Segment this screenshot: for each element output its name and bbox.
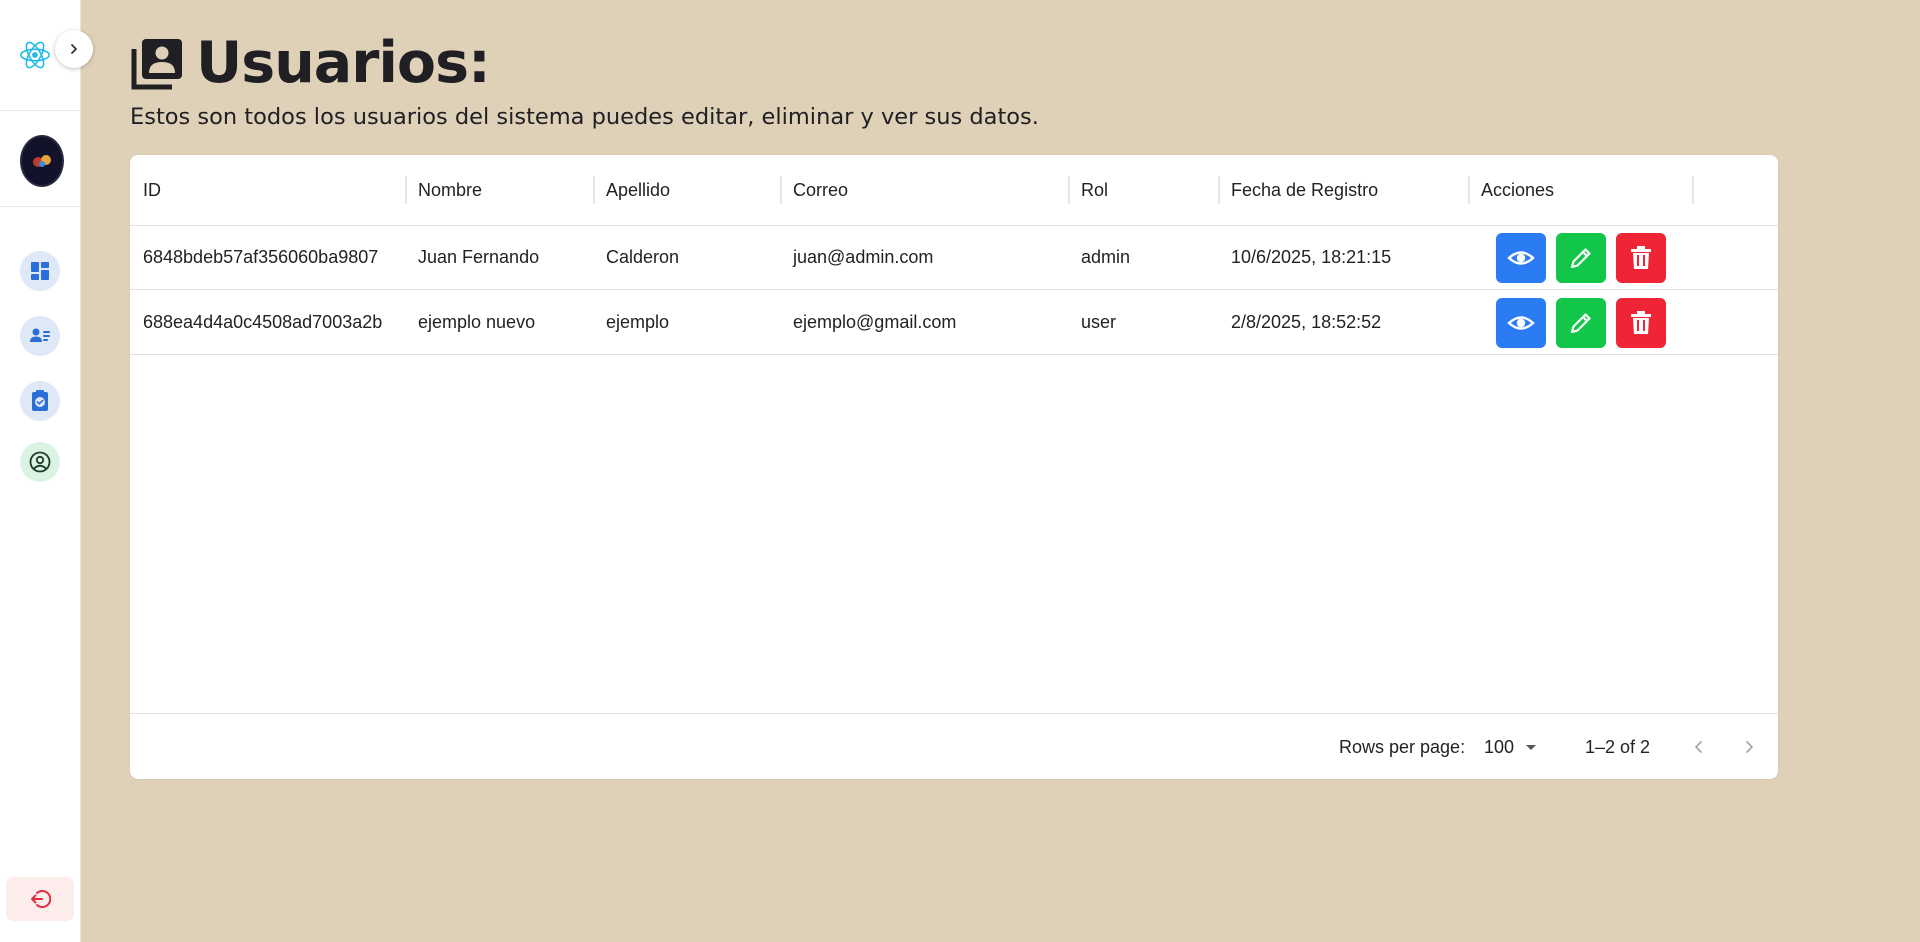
- rows-per-page-value: 100: [1484, 736, 1515, 757]
- dashboard-icon: [31, 262, 49, 280]
- column-separator[interactable]: [780, 176, 782, 204]
- sidebar-divider: [0, 110, 80, 111]
- cell-nombre: Juan Fernando: [418, 246, 540, 267]
- column-separator[interactable]: [593, 176, 595, 204]
- logout-button[interactable]: [6, 877, 74, 921]
- column-separator[interactable]: [1468, 176, 1470, 204]
- eye-icon: [1507, 251, 1535, 265]
- trash-icon: [1631, 246, 1651, 269]
- column-header-rol[interactable]: Rol: [1081, 155, 1108, 225]
- page-title: Usuarios:: [196, 30, 491, 96]
- cell-apellido: Calderon: [606, 246, 680, 267]
- pencil-icon: [1570, 248, 1591, 269]
- page-header: Usuarios:: [130, 30, 491, 96]
- row-actions: [1496, 298, 1666, 348]
- previous-page-button[interactable]: [1683, 731, 1715, 763]
- column-header-apellido[interactable]: Apellido: [606, 155, 670, 225]
- caret-down-icon: [1526, 745, 1537, 750]
- cell-apellido: ejemplo: [606, 311, 670, 332]
- sidebar-item-profile[interactable]: [20, 442, 60, 482]
- column-header-id[interactable]: ID: [143, 155, 161, 225]
- cell-correo: juan@admin.com: [793, 246, 934, 267]
- table-row[interactable]: 6848bdeb57af356060ba9807 Juan Fernando C…: [130, 225, 1778, 290]
- sidebar: [0, 0, 93, 942]
- sidebar-item-users[interactable]: [20, 316, 60, 356]
- column-separator[interactable]: [1068, 176, 1070, 204]
- chevron-right-icon: [1746, 741, 1753, 753]
- avatar[interactable]: [20, 135, 64, 187]
- user-circle-icon: [29, 451, 51, 473]
- page-subtitle: Estos son todos los usuarios del sistema…: [130, 104, 1039, 130]
- delete-button[interactable]: [1616, 233, 1666, 283]
- column-header-fecha[interactable]: Fecha de Registro: [1231, 155, 1378, 225]
- clipboard-check-icon: [32, 390, 48, 411]
- table-header: ID Nombre Apellido Correo Rol Fecha de R…: [130, 155, 1778, 226]
- column-header-nombre[interactable]: Nombre: [418, 155, 482, 225]
- sidebar-item-dashboard[interactable]: [20, 251, 60, 291]
- users-table: ID Nombre Apellido Correo Rol Fecha de R…: [130, 155, 1778, 779]
- column-separator[interactable]: [405, 176, 407, 204]
- trash-icon: [1631, 311, 1651, 334]
- view-button[interactable]: [1496, 298, 1546, 348]
- cell-fecha: 2/8/2025, 18:52:52: [1231, 311, 1382, 332]
- sidebar-divider: [0, 206, 80, 207]
- cell-nombre: ejemplo nuevo: [418, 311, 536, 332]
- edit-button[interactable]: [1556, 233, 1606, 283]
- next-page-button[interactable]: [1733, 731, 1765, 763]
- sidebar-item-tasks[interactable]: [20, 381, 60, 421]
- users-list-icon: [30, 328, 50, 342]
- sidebar-toggle-button[interactable]: [55, 30, 93, 68]
- row-actions: [1496, 233, 1666, 283]
- logout-icon: [31, 890, 51, 908]
- cell-id: 688ea4d4a0c4508ad7003a2b: [143, 311, 383, 332]
- pencil-icon: [1570, 313, 1591, 334]
- table-pagination: Rows per page: 100 1–2 of 2: [130, 713, 1778, 779]
- column-header-acciones[interactable]: Acciones: [1481, 155, 1554, 225]
- column-header-correo[interactable]: Correo: [793, 155, 848, 225]
- cell-rol: admin: [1081, 246, 1131, 267]
- react-logo-icon: [18, 38, 52, 72]
- delete-button[interactable]: [1616, 298, 1666, 348]
- column-separator[interactable]: [1218, 176, 1220, 204]
- contacts-book-icon: [131, 39, 182, 90]
- cell-fecha: 10/6/2025, 18:21:15: [1231, 246, 1392, 267]
- cell-correo: ejemplo@gmail.com: [793, 311, 957, 332]
- cell-rol: user: [1081, 311, 1117, 332]
- chevron-left-icon: [1695, 741, 1702, 753]
- chevron-right-icon: [71, 44, 77, 54]
- rows-per-page-select[interactable]: 100: [1484, 714, 1538, 779]
- eye-icon: [1507, 316, 1535, 330]
- table-row[interactable]: 688ea4d4a0c4508ad7003a2b ejemplo nuevo e…: [130, 290, 1778, 355]
- cell-id: 6848bdeb57af356060ba9807: [143, 246, 379, 267]
- rows-per-page-label: Rows per page:: [1339, 736, 1466, 757]
- column-separator[interactable]: [1692, 176, 1694, 204]
- view-button[interactable]: [1496, 233, 1546, 283]
- pagination-range: 1–2 of 2: [1585, 736, 1651, 757]
- edit-button[interactable]: [1556, 298, 1606, 348]
